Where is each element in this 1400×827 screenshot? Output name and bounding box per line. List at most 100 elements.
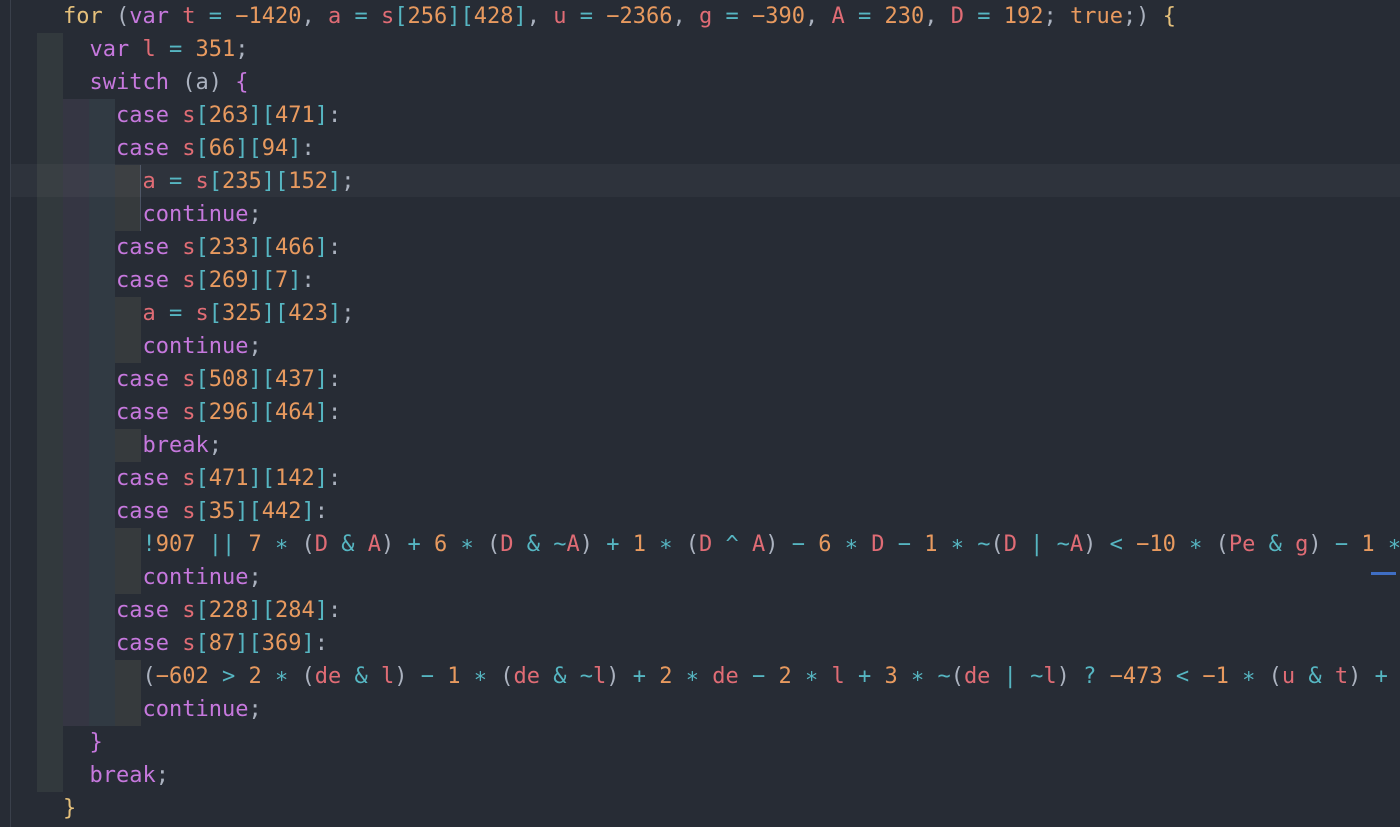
code-token: } (89, 730, 103, 755)
code-token: [ (195, 103, 209, 128)
code-token: , (301, 4, 328, 29)
code-line-2[interactable]: var l = 351; (63, 33, 1400, 66)
code-token: ;) (1122, 4, 1163, 29)
code-line-12[interactable]: case s[508][437]: (63, 363, 1400, 396)
code-token: s (195, 301, 209, 326)
code-token: = (195, 4, 236, 29)
code-token: ∗ (672, 664, 713, 689)
code-line-15[interactable]: case s[471][142]: (63, 462, 1400, 495)
code-line-23[interactable]: } (63, 726, 1400, 759)
code-token: 192 (1003, 4, 1044, 29)
code-token: & ~ (539, 664, 593, 689)
code-line-8[interactable]: case s[233][466]: (63, 231, 1400, 264)
horizontal-scroll-indicator[interactable] (1371, 572, 1396, 575)
code-token: 1 (447, 664, 461, 689)
code-token: 94 (261, 136, 289, 161)
code-line-20[interactable]: case s[87][369]: (63, 627, 1400, 660)
code-token: ][ (248, 367, 275, 392)
code-token: −390 (751, 4, 805, 29)
code-line-3[interactable]: switch (a) { (63, 66, 1400, 99)
code-line-11[interactable]: continue; (63, 330, 1400, 363)
code-token: ] (513, 4, 527, 29)
code-token: ][ (235, 499, 262, 524)
code-token: ; (1043, 4, 1070, 29)
code-token: = (963, 4, 1004, 29)
code-line-14[interactable]: break; (63, 429, 1400, 462)
code-token: = (155, 37, 196, 62)
code-editor[interactable]: for (var t = −1420, a = s[256][428], u =… (0, 0, 1400, 827)
code-token: 471 (274, 103, 315, 128)
code-token: ] (327, 169, 342, 194)
code-line-17[interactable]: !907 || 7 ∗ (D & A) + 6 ∗ (D & ~A) + 1 ∗… (63, 528, 1400, 561)
code-token: ( (950, 664, 964, 689)
code-token: ][ (261, 301, 289, 326)
code-line-7[interactable]: continue; (63, 198, 1400, 231)
code-line-24[interactable]: break; (63, 759, 1400, 792)
code-line-18[interactable]: continue; (63, 561, 1400, 594)
code-token: s (182, 268, 196, 293)
code-token: case (115, 400, 169, 425)
code-line-25[interactable]: } (63, 792, 1400, 825)
code-token: 152 (288, 169, 328, 194)
code-token: [ (394, 4, 408, 29)
code-token: l (142, 37, 156, 62)
code-token: case (115, 598, 169, 623)
code-token: −473 (1109, 664, 1163, 689)
code-line-10[interactable]: a = s[325][423]; (63, 297, 1400, 330)
code-token: : (301, 136, 315, 161)
code-line-13[interactable]: case s[296][464]: (63, 396, 1400, 429)
code-token: ( (990, 532, 1004, 557)
code-token: −2366 (606, 4, 673, 29)
code-token: ] (327, 301, 342, 326)
code-token: ; (341, 169, 355, 194)
code-token: [ (195, 235, 209, 260)
code-token: true (1069, 4, 1123, 29)
code-token: [ (208, 169, 222, 194)
code-line-6[interactable]: a = s[235][152]; (63, 165, 1400, 198)
code-token: : (327, 466, 342, 491)
code-token: ) (765, 532, 779, 557)
code-token: a (327, 4, 342, 29)
code-line-4[interactable]: case s[263][471]: (63, 99, 1400, 132)
code-line-19[interactable]: case s[228][284]: (63, 594, 1400, 627)
code-token: ) (1348, 664, 1362, 689)
code-token: & (1255, 532, 1296, 557)
code-token: u (553, 4, 567, 29)
code-token: : (327, 598, 342, 623)
code-token: s (182, 136, 196, 161)
code-token: u (1281, 664, 1296, 689)
code-line-9[interactable]: case s[269][7]: (63, 264, 1400, 297)
code-token: ; (208, 433, 222, 458)
code-token: g (698, 4, 713, 29)
code-token: ∗ (831, 532, 872, 557)
code-line-21[interactable]: (−602 > 2 ∗ (de & l) − 1 ∗ (de & ~l) + 2… (63, 660, 1400, 693)
code-token: ) (394, 664, 408, 689)
code-token: [ (195, 400, 209, 425)
code-line-22[interactable]: continue; (63, 693, 1400, 726)
code-token: ∗ ~ (897, 664, 951, 689)
code-line-16[interactable]: case s[35][442]: (63, 495, 1400, 528)
code-token: & ~ (513, 532, 567, 557)
code-token: 428 (473, 4, 514, 29)
code-line-5[interactable]: case s[66][94]: (63, 132, 1400, 165)
code-token: 1 (632, 532, 646, 557)
code-line-1[interactable]: for (var t = −1420, a = s[256][428], u =… (63, 0, 1400, 33)
code-token: A (831, 4, 845, 29)
code-token: ] (314, 367, 328, 392)
code-token: case (115, 631, 169, 656)
code-token: case (115, 103, 169, 128)
code-token: 464 (274, 400, 315, 425)
code-lines[interactable]: for (var t = −1420, a = s[256][428], u =… (63, 0, 1400, 825)
code-token: ][ (248, 268, 275, 293)
code-token: ^ (712, 532, 752, 557)
